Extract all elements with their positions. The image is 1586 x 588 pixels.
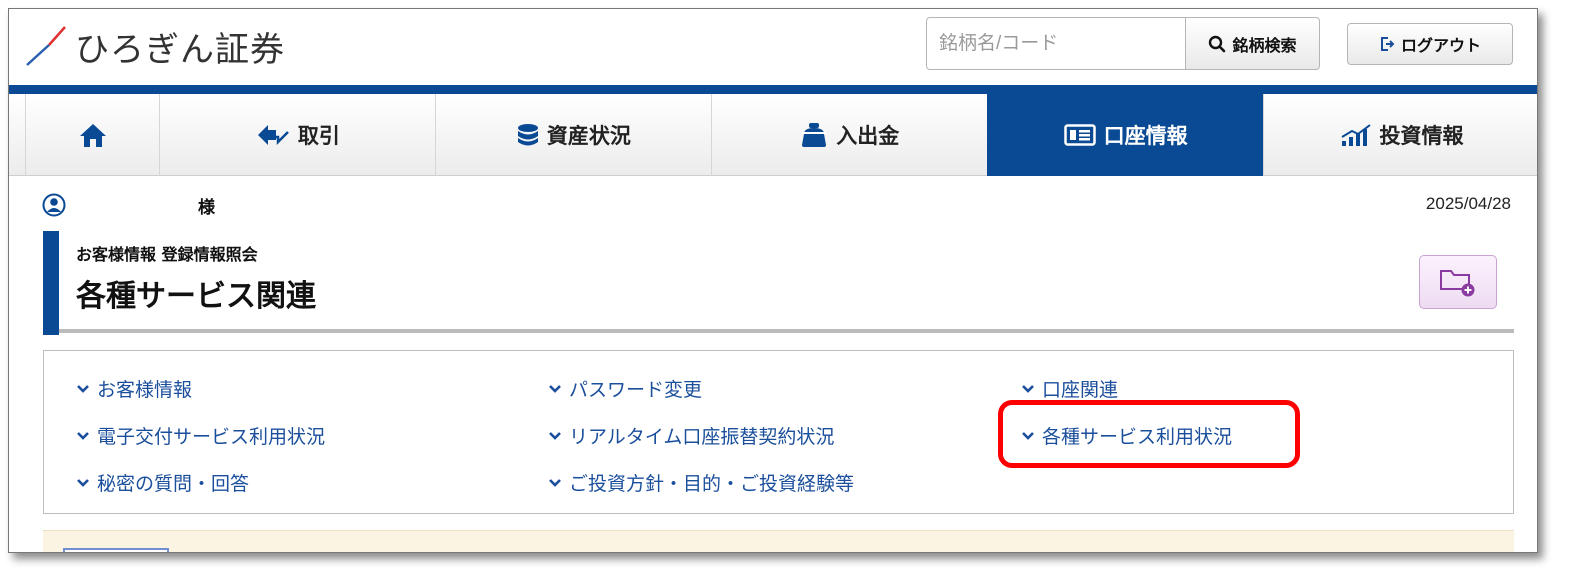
nav-account-info[interactable]: 口座情報 bbox=[987, 94, 1264, 176]
nav-trade[interactable]: 取引 bbox=[159, 94, 435, 176]
home-icon bbox=[79, 124, 106, 147]
link-customer-info[interactable]: お客様情報 bbox=[77, 375, 192, 402]
logout-icon bbox=[1380, 37, 1395, 51]
header-divider bbox=[9, 85, 1537, 94]
chevron-down-icon bbox=[1022, 385, 1034, 393]
chevron-down-icon bbox=[549, 479, 561, 487]
search-input[interactable] bbox=[926, 17, 1186, 70]
link-label: ご投資方針・目的・ご投資経験等 bbox=[569, 473, 855, 495]
money-bag-icon bbox=[802, 123, 827, 147]
link-realtime-transfer-status[interactable]: リアルタイム口座振替契約状況 bbox=[549, 422, 834, 449]
nav-assets-label: 資産状況 bbox=[546, 124, 631, 148]
logout-button-label: ログアウト bbox=[1400, 36, 1481, 55]
search-button[interactable]: 銘柄検索 bbox=[1185, 17, 1320, 70]
chevron-down-icon bbox=[77, 432, 89, 440]
link-label: 秘密の質問・回答 bbox=[97, 473, 250, 495]
title-underline bbox=[59, 329, 1514, 333]
nav-investment-info-label: 投資情報 bbox=[1379, 124, 1464, 148]
logout-button[interactable]: ログアウト bbox=[1347, 23, 1513, 65]
chevron-down-icon bbox=[77, 385, 89, 393]
link-password-change[interactable]: パスワード変更 bbox=[549, 375, 702, 402]
breadcrumb: お客様情報 登録情報照会 bbox=[76, 245, 258, 264]
link-account-related[interactable]: 口座関連 bbox=[1022, 375, 1118, 402]
add-to-folder-button[interactable] bbox=[1419, 255, 1497, 309]
nav-deposit[interactable]: 入出金 bbox=[711, 94, 987, 176]
link-label: 電子交付サービス利用状況 bbox=[97, 426, 326, 448]
nav-trade-label: 取引 bbox=[297, 124, 340, 148]
id-card-icon bbox=[1063, 124, 1096, 146]
database-icon bbox=[517, 124, 538, 146]
chevron-down-icon bbox=[77, 479, 89, 487]
main-nav: 取引 資産状況 入出金 口座情報 投資情報 bbox=[9, 94, 1537, 176]
chart-bars-icon bbox=[1341, 124, 1371, 146]
link-secret-question[interactable]: 秘密の質問・回答 bbox=[77, 469, 249, 496]
screenshot-frame: ひろぎん証券 銘柄検索 ログアウト bbox=[8, 8, 1538, 553]
page-title: 各種サービス関連 bbox=[76, 279, 316, 314]
link-label: 口座関連 bbox=[1042, 379, 1119, 401]
nav-home[interactable] bbox=[25, 94, 159, 176]
link-label: リアルタイム口座振替契約状況 bbox=[569, 426, 835, 448]
header: ひろぎん証券 銘柄検索 ログアウト bbox=[9, 9, 1537, 85]
panel-tab[interactable] bbox=[63, 548, 169, 552]
trade-arrows-icon bbox=[257, 125, 289, 146]
link-label: パスワード変更 bbox=[569, 379, 703, 401]
current-date: 2025/04/28 bbox=[1425, 194, 1511, 213]
link-e-delivery-status[interactable]: 電子交付サービス利用状況 bbox=[77, 422, 325, 449]
nav-investment-info[interactable]: 投資情報 bbox=[1263, 94, 1537, 176]
logo-text: ひろぎん証券 bbox=[75, 29, 285, 70]
nav-deposit-label: 入出金 bbox=[836, 124, 900, 148]
link-investment-policy[interactable]: ご投資方針・目的・ご投資経験等 bbox=[549, 469, 854, 496]
highlight-annotation bbox=[998, 400, 1300, 468]
info-panel bbox=[43, 530, 1514, 552]
user-name-suffix: 様 bbox=[198, 198, 215, 218]
title-accent-bar bbox=[43, 231, 59, 335]
chevron-down-icon bbox=[549, 432, 561, 440]
nav-assets[interactable]: 資産状況 bbox=[435, 94, 711, 176]
user-icon bbox=[42, 193, 66, 217]
link-label: お客様情報 bbox=[97, 379, 193, 401]
nav-account-info-label: 口座情報 bbox=[1103, 124, 1188, 148]
search-icon bbox=[1209, 35, 1226, 52]
search-button-label: 銘柄検索 bbox=[1232, 35, 1297, 55]
folder-add-icon bbox=[1440, 270, 1475, 297]
logo[interactable]: ひろぎん証券 bbox=[23, 21, 285, 71]
chevron-down-icon bbox=[549, 385, 561, 393]
logo-slash-icon bbox=[26, 26, 66, 66]
